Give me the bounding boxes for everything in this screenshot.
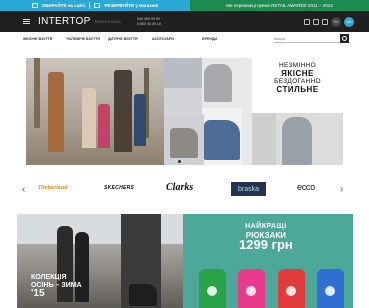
promo-banner[interactable]: ОБИРАЙТЕ на сайті РЕЗЕРВУЙТЕ у магазині	[0, 0, 190, 11]
hero-headline: НЕЗМІННО ЯКІСНЕ БЕЗДОГАННО СТИЛЬНЕ	[252, 58, 343, 113]
promo-topbar: ОБИРАЙТЕ на сайті РЕЗЕРВУЙТЕ у магазині …	[0, 0, 369, 11]
geometric-tile	[252, 113, 276, 165]
nav-item-kids[interactable]: ДИТЯЧЕ ВЗУТТЯ	[108, 37, 138, 41]
backpack-image	[278, 269, 305, 308]
geometric-tile	[164, 58, 202, 88]
backpacks-line-1: НАЙКРАЩІ	[245, 223, 287, 230]
person-figure	[114, 70, 132, 152]
user-icon[interactable]	[322, 18, 328, 25]
backpack-image	[238, 269, 265, 308]
person-figure	[282, 117, 312, 165]
hero-product-collage	[164, 58, 242, 165]
promo-banners: КОЛЕКЦІЯ ОСІНЬ – ЗИМА '15 НАЙКРАЩІ РЮКЗА…	[17, 214, 353, 308]
site-header: INTERTOP shoes & bags 044 499 99 59 0 80…	[0, 11, 369, 32]
chevron-right-icon[interactable]: ›	[340, 184, 343, 195]
hero-slider[interactable]: НЕЗМІННО ЯКІСНЕ БЕЗДОГАННО СТИЛЬНЕ	[26, 58, 343, 165]
person-figure	[82, 88, 96, 148]
page: ОБИРАЙТЕ на сайті РЕЗЕРВУЙТЕ у магазині …	[0, 0, 369, 308]
collection-line-3: '15	[31, 288, 45, 299]
monitor-icon	[31, 3, 38, 8]
brand-logo-timberland[interactable]: Timberland	[38, 185, 68, 191]
model-photo	[204, 64, 232, 102]
shopping-bag-icon	[94, 3, 101, 8]
cart-icon[interactable]	[304, 18, 310, 25]
brand-logo-ecco[interactable]: ecco	[297, 182, 315, 192]
geometric-tile	[164, 88, 202, 114]
slider-dot[interactable]	[178, 160, 181, 163]
phone-2[interactable]: 0 800 30 09 19	[137, 22, 161, 26]
promo-text-store: РЕЗЕРВУЙТЕ у магазині	[104, 3, 159, 8]
award-text: Ми переможці премії RETAIL AWARDS 2011 –…	[226, 3, 333, 8]
hero-line-2: ЯКІСНЕ	[281, 69, 314, 78]
promo-text-online: ОБИРАЙТЕ на сайті	[41, 3, 86, 8]
hero-model-photo	[252, 113, 343, 165]
brand-logo-clarks[interactable]: Clarks	[166, 182, 193, 193]
lang-ru-button[interactable]: RU	[331, 16, 341, 27]
main-nav: ЖІНОЧЕ ВЗУТТЯ ЧОЛОВІЧЕ ВЗУТТЯ ДИТЯЧЕ ВЗУ…	[0, 32, 369, 46]
hero-family-photo	[26, 58, 164, 165]
collection-line-1: КОЛЕКЦІЯ	[31, 274, 67, 281]
backpacks-banner[interactable]: НАЙКРАЩІ РЮКЗАКИ 1299 грн	[183, 214, 353, 308]
collection-banner-text: КОЛЕКЦІЯ ОСІНЬ – ЗИМА '15	[31, 274, 82, 299]
backpack-image	[317, 269, 344, 308]
logo-tagline: shoes & bags	[94, 19, 121, 24]
hero-line-4: СТИЛЬНЕ	[276, 85, 319, 94]
backpack-image	[199, 269, 226, 308]
boot-photo	[170, 128, 198, 158]
backpacks-banner-text: НАЙКРАЩІ РЮКЗАКИ 1299 грн	[239, 222, 293, 252]
nav-item-accessories[interactable]: АКСЕСУАРИ	[152, 37, 174, 41]
phone-1[interactable]: 044 499 99 59	[137, 17, 161, 21]
nav-item-men[interactable]: ЧОЛОВІЧЕ ВЗУТТЯ	[66, 37, 100, 41]
person-figure	[48, 72, 64, 152]
award-banner[interactable]: Ми переможці премії RETAIL AWARDS 2011 –…	[190, 0, 369, 11]
lang-ua-button[interactable]: UA	[344, 16, 354, 27]
divider	[89, 2, 91, 9]
collection-banner[interactable]: КОЛЕКЦІЯ ОСІНЬ – ЗИМА '15	[17, 214, 183, 308]
favorites-icon[interactable]	[313, 18, 319, 25]
brand-carousel: ‹ Timberland SKECHERS Clarks braska ecco…	[0, 176, 369, 204]
person-figure	[134, 94, 146, 146]
nav-item-women[interactable]: ЖІНОЧЕ ВЗУТТЯ	[23, 37, 52, 41]
search-icon[interactable]	[340, 34, 349, 43]
search-input[interactable]: пошук	[274, 34, 340, 43]
phone-numbers: 044 499 99 59 0 800 30 09 19	[137, 17, 161, 26]
chevron-left-icon[interactable]: ‹	[22, 184, 25, 195]
nav-item-brands[interactable]: БРЕНДИ	[202, 37, 217, 41]
header-actions: RU UA	[304, 16, 354, 27]
menu-icon[interactable]	[23, 19, 30, 24]
slider-dot[interactable]	[183, 160, 186, 163]
person-figure	[98, 104, 110, 148]
boot-photo	[129, 284, 157, 306]
slider-pagination	[178, 160, 186, 163]
site-logo[interactable]: INTERTOP	[38, 16, 91, 27]
brand-logo-braska[interactable]: braska	[231, 182, 266, 196]
brand-logo-skechers[interactable]: SKECHERS	[104, 185, 134, 191]
tree-shape	[34, 58, 40, 128]
boot-photo	[204, 120, 240, 160]
backpacks-price: 1299 грн	[239, 237, 293, 252]
